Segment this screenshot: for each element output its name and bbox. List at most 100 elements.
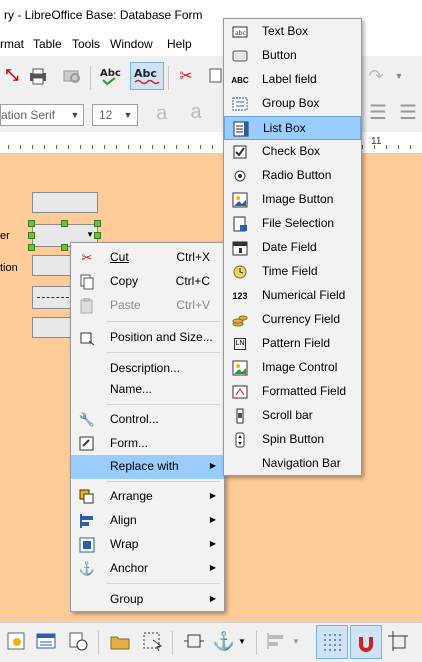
anchor-dropdown-icon[interactable]: ▼: [236, 629, 248, 653]
menu-item-replace-with[interactable]: Replace with ▶: [71, 455, 224, 479]
align-objects-icon[interactable]: [264, 629, 288, 653]
menu-item-accel: Ctrl+X: [176, 250, 210, 264]
menu-item-label: Wrap: [110, 537, 139, 551]
menu-item-anchor[interactable]: ⚓ Anchor ▶: [71, 557, 224, 581]
menu-item-group[interactable]: Group ▶: [71, 588, 224, 612]
autospellcheck-icon[interactable]: Abc: [130, 62, 164, 90]
submenu-item-image-control[interactable]: Image Control: [224, 356, 361, 380]
menu-item-form[interactable]: Form...: [71, 432, 224, 456]
submenu-item-spin-button[interactable]: Spin Button: [224, 428, 361, 452]
selection-handle[interactable]: [61, 220, 68, 227]
anchor-toolbar-icon[interactable]: ⚓: [212, 629, 236, 653]
align-dropdown-icon[interactable]: ▼: [290, 629, 302, 653]
menu-item-copy[interactable]: Copy Ctrl+C: [71, 270, 224, 294]
submenu-item-date-field[interactable]: Date Field: [224, 236, 361, 260]
submenu-item-time-field[interactable]: Time Field: [224, 260, 361, 284]
italic-a-icon[interactable]: a: [150, 100, 174, 124]
form-text-field[interactable]: [32, 192, 98, 213]
menu-item-cut[interactable]: ✂ Cut Ctrl+X: [71, 246, 224, 270]
submenu-item-numerical-field[interactable]: 123 Numerical Field: [224, 284, 361, 308]
submenu-item-label: Formatted Field: [262, 384, 347, 398]
menu-item-wrap[interactable]: Wrap ▶: [71, 533, 224, 557]
submenu-item-label: Pattern Field: [262, 336, 331, 350]
selection-handle[interactable]: [94, 232, 101, 239]
menu-item-label: Align: [110, 513, 137, 527]
submenu-item-scroll-bar[interactable]: Scroll bar: [224, 404, 361, 428]
menu-item-name[interactable]: Name...: [71, 378, 224, 402]
submenu-item-file-selection[interactable]: File Selection: [224, 212, 361, 236]
submenu-item-radio-button[interactable]: Radio Button: [224, 164, 361, 188]
export-pdf-icon[interactable]: ⤡: [0, 64, 24, 88]
menu-item-label: Form...: [110, 436, 148, 450]
submenu-item-navigation-bar[interactable]: Navigation Bar: [224, 452, 361, 476]
menu-help[interactable]: Help: [167, 37, 192, 51]
position-icon[interactable]: [182, 629, 206, 653]
submenu-item-text-box[interactable]: abc Text Box: [224, 20, 361, 44]
print-preview-icon[interactable]: [60, 64, 84, 88]
select-icon[interactable]: [140, 629, 164, 653]
svg-text:Abc: Abc: [134, 67, 157, 80]
submenu-arrow-icon: ▶: [209, 491, 216, 500]
helplines-icon[interactable]: [386, 629, 410, 653]
outline-icon[interactable]: a: [184, 100, 208, 124]
open-folder-icon[interactable]: [108, 629, 132, 653]
menu-separator: [107, 404, 220, 405]
menu-item-label: Cut: [110, 250, 129, 264]
form-navigator-icon[interactable]: [34, 629, 58, 653]
submenu-item-pattern-field[interactable]: LN Pattern Field: [224, 332, 361, 356]
menu-table[interactable]: Table: [33, 37, 62, 51]
spellcheck-icon[interactable]: Abc: [98, 64, 128, 88]
submenu-item-label-field[interactable]: ABC Label field: [224, 68, 361, 92]
cut-icon[interactable]: ✂: [174, 64, 198, 88]
submenu-item-check-box[interactable]: Check Box: [224, 140, 361, 164]
menu-item-align[interactable]: Align ▶: [71, 509, 224, 533]
activation-order-icon[interactable]: [66, 629, 90, 653]
submenu-item-label: Radio Button: [262, 168, 332, 182]
snap-to-grid-icon[interactable]: [350, 625, 382, 659]
submenu-item-label: List Box: [263, 121, 306, 135]
selection-handle[interactable]: [94, 220, 101, 227]
submenu-item-image-button[interactable]: Image Button: [224, 188, 361, 212]
menu-window[interactable]: Window: [110, 37, 153, 51]
selection-handle[interactable]: [28, 232, 35, 239]
menu-item-paste[interactable]: Paste Ctrl+V: [71, 294, 224, 318]
redo-icon[interactable]: ↷: [364, 64, 388, 88]
control-properties-icon: 🔧: [78, 412, 96, 427]
copy-icon: [78, 273, 96, 291]
font-name-dropdown-icon[interactable]: ▼: [66, 105, 84, 125]
selection-handle[interactable]: [28, 220, 35, 227]
submenu-item-button[interactable]: Button: [224, 44, 361, 68]
menu-item-arrange[interactable]: Arrange ▶: [71, 485, 224, 509]
wrap-icon: [78, 536, 96, 554]
scissors-icon: ✂: [81, 250, 93, 265]
align-justify-icon[interactable]: ☰: [366, 100, 390, 124]
redo-dropdown-icon[interactable]: ▼: [392, 64, 406, 88]
date-field-icon: [231, 239, 249, 257]
form-properties-icon: [78, 435, 96, 453]
menu-item-control[interactable]: 🔧 Control...: [71, 408, 224, 432]
submenu-item-currency-field[interactable]: Currency Field: [224, 308, 361, 332]
form-design-toolbar: ⚓ ▼ ▼: [0, 622, 422, 662]
submenu-item-label: Navigation Bar: [262, 456, 341, 470]
menu-tools[interactable]: Tools: [72, 37, 100, 51]
submenu-item-formatted-field[interactable]: Formatted Field: [224, 380, 361, 404]
control-wizard-icon[interactable]: [4, 629, 28, 653]
print-icon[interactable]: [26, 64, 50, 88]
toolbar-separator: [90, 66, 91, 90]
menu-item-accel: Ctrl+V: [176, 298, 210, 312]
font-size-dropdown-icon[interactable]: ▼: [120, 105, 136, 125]
scrollbar-icon: [231, 407, 249, 425]
submenu-item-label: Check Box: [262, 144, 321, 158]
menu-item-label: Anchor: [110, 561, 149, 575]
submenu-item-group-box[interactable]: Group Box: [224, 92, 361, 116]
display-grid-icon[interactable]: [316, 625, 348, 659]
menu-item-position-size[interactable]: Position and Size...: [71, 326, 224, 350]
radio-button-icon: [231, 167, 249, 185]
selection-handle[interactable]: [28, 244, 35, 251]
line-spacing-icon[interactable]: ☰: [396, 100, 420, 124]
selection-handle[interactable]: [61, 244, 68, 251]
menu-format[interactable]: rmat: [0, 37, 24, 51]
submenu-item-list-box[interactable]: List Box: [224, 116, 361, 140]
submenu-item-label: File Selection: [262, 216, 335, 230]
form-label: tion: [0, 262, 18, 274]
